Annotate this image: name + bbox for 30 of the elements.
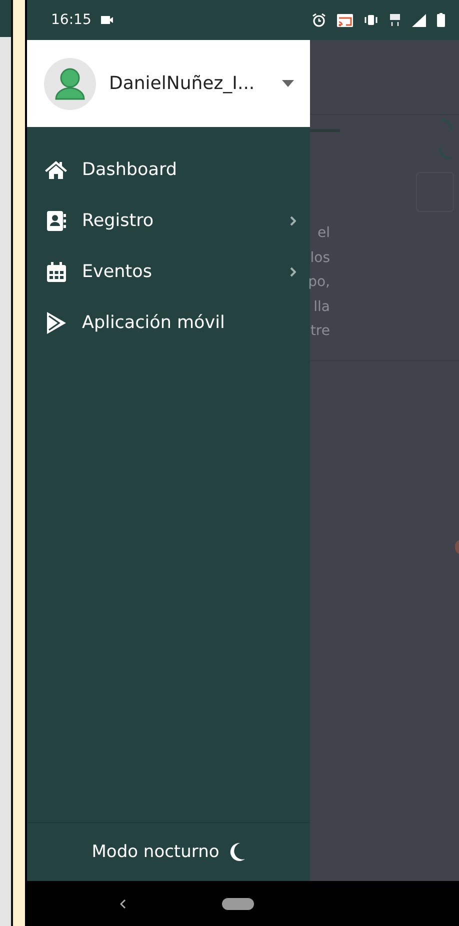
house-icon (45, 160, 67, 179)
chevron-right-icon (290, 216, 296, 226)
back-icon[interactable] (120, 898, 126, 908)
background-text: el (317, 224, 330, 243)
cast-icon (337, 14, 353, 26)
contact-book-icon (46, 210, 66, 230)
background-text: los (310, 248, 330, 268)
menu-item[interactable]: Dashboard (27, 144, 310, 195)
chevron-right-icon (290, 266, 296, 276)
night-mode-label[interactable]: Modo nocturno (92, 842, 220, 862)
menu-item[interactable]: Registro (27, 195, 310, 246)
play-triangle-icon (46, 312, 66, 334)
menu-item[interactable]: Aplicación móvil (27, 297, 310, 348)
home-pill-icon[interactable] (222, 898, 254, 910)
vibrate-icon (364, 14, 378, 26)
user-name[interactable]: DanielNuñez_I... (109, 73, 269, 94)
menu-item[interactable]: Eventos (27, 246, 310, 297)
caret-down-icon[interactable] (282, 80, 294, 87)
alarm-clock-icon (312, 13, 326, 27)
clock-time: 16:15 (51, 12, 92, 28)
calendar-icon (46, 262, 66, 282)
network-4g-icon (389, 13, 401, 27)
background-text: po, (308, 273, 330, 292)
battery-icon (437, 13, 445, 27)
background-text: lla (314, 298, 330, 316)
signal-icon (412, 14, 426, 26)
video-camera-icon (101, 16, 114, 24)
background-text: tre (310, 322, 330, 341)
moon-icon[interactable] (229, 843, 246, 861)
user-avatar (44, 58, 96, 110)
